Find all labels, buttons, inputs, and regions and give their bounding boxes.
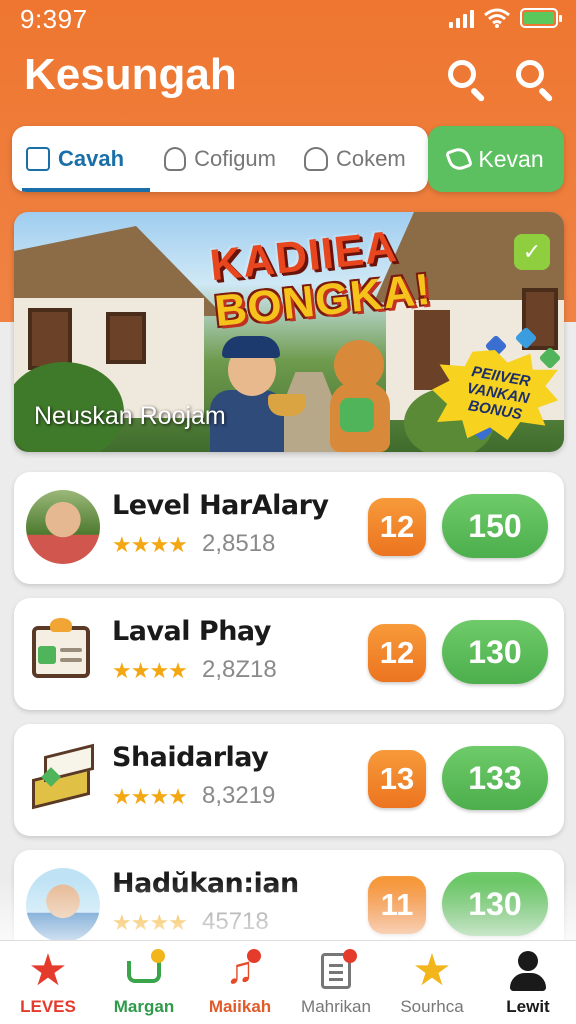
search-icon-secondary[interactable] [514, 58, 556, 103]
badge-dot [151, 949, 165, 963]
rating-count: 2,8Z18 [202, 656, 277, 683]
farmer-avatar [26, 490, 100, 564]
status-time: 9:397 [20, 4, 88, 34]
kid-character-cap [222, 336, 280, 358]
level-badge[interactable]: 13 [368, 750, 426, 808]
scroll-fade [0, 880, 576, 940]
basket-icon [268, 394, 306, 416]
score-button[interactable]: 130 [442, 620, 548, 684]
person-icon [507, 951, 549, 991]
nav-item-margan[interactable]: Margan [96, 941, 192, 1024]
status-bar: 9:397 [0, 0, 576, 36]
rating-count: 8,3219 [202, 782, 276, 809]
nav-item-leves[interactable]: ★ LEVES [0, 941, 96, 1024]
level-badge[interactable]: 12 [368, 498, 426, 556]
level-card[interactable]: Shaidarlay ★★★★ 8,3219 13 133 [14, 724, 564, 836]
score-button[interactable]: 150 [442, 494, 548, 558]
signal-icon [449, 8, 474, 28]
music-note-icon: ♫ [219, 949, 261, 991]
clipboard-icon [26, 616, 100, 690]
kevan-label: Kevan [478, 145, 544, 172]
nav-item-sourhca[interactable]: ★ Sourhca [384, 941, 480, 1024]
people-icon [304, 147, 328, 171]
score-button[interactable]: 133 [442, 746, 548, 810]
check-icon[interactable]: ✓ [514, 234, 550, 270]
leaf-icon [445, 144, 474, 174]
level-card[interactable]: Level HarAlary ★★★★ 2,8518 12 150 [14, 472, 564, 584]
star-icon: ★ [28, 946, 68, 995]
document-icon [315, 949, 357, 991]
tab-label: Cavah [58, 146, 125, 171]
tab-bar: Cavah Cofigum Cokem [12, 126, 428, 192]
nav-label: Maiikah [208, 997, 272, 1016]
level-card[interactable]: Laval Phay ★★★★ 2,8Z18 12 130 [14, 598, 564, 710]
badge-dot [247, 949, 261, 963]
badge-dot [343, 949, 357, 963]
level-badge[interactable]: 12 [368, 624, 426, 682]
banner-caption: Neuskan Roojam [34, 402, 226, 430]
gold-star-icon: ★ [412, 946, 452, 995]
promo-banner[interactable]: KADIIEA BONGKA! ✓ PEIIVER VANKAN BONUS N… [14, 212, 564, 452]
tab-cavah[interactable]: Cavah [12, 126, 150, 192]
bottom-nav: ★ LEVES Margan ♫ Maiikah Mahrikan ★ Sour… [0, 940, 576, 1024]
bag-icon [26, 147, 50, 171]
bear-character-head [334, 340, 384, 390]
status-icons [449, 8, 562, 28]
green-bag-icon [340, 398, 374, 432]
books-icon [26, 742, 100, 816]
star-rating-icon: ★★★★ [112, 532, 188, 557]
level-title: Laval Phay [112, 616, 271, 647]
kevan-button[interactable]: Kevan [428, 126, 564, 192]
nav-label: Mahrikan [301, 997, 371, 1016]
nav-item-lewit[interactable]: Lewit [480, 941, 576, 1024]
level-title: Shaidarlay [112, 742, 269, 773]
tab-cofigum[interactable]: Cofigum [150, 126, 290, 192]
nav-label: LEVES [20, 997, 76, 1016]
star-rating-icon: ★★★★ [112, 784, 188, 809]
search-icon[interactable] [446, 58, 488, 103]
house-door [414, 310, 450, 390]
house-window [28, 308, 72, 370]
nav-label: Lewit [506, 997, 550, 1016]
tab-label: Cofigum [194, 146, 276, 171]
rating-count: 2,8518 [202, 530, 276, 557]
person-icon [164, 147, 187, 171]
tab-label: Cokem [336, 146, 406, 171]
nav-item-maiikah[interactable]: ♫ Maiikah [192, 941, 288, 1024]
app-title: Kesungah [24, 50, 237, 99]
cart-icon [123, 949, 165, 991]
nav-item-mahrikan[interactable]: Mahrikan [288, 941, 384, 1024]
nav-label: Sourhca [400, 997, 464, 1016]
battery-icon [520, 8, 562, 28]
tab-cokem[interactable]: Cokem [290, 126, 426, 192]
level-title: Level HarAlary [112, 490, 329, 521]
wifi-icon [484, 8, 510, 28]
nav-label: Margan [113, 997, 175, 1016]
star-rating-icon: ★★★★ [112, 658, 188, 683]
house-window [106, 312, 146, 364]
